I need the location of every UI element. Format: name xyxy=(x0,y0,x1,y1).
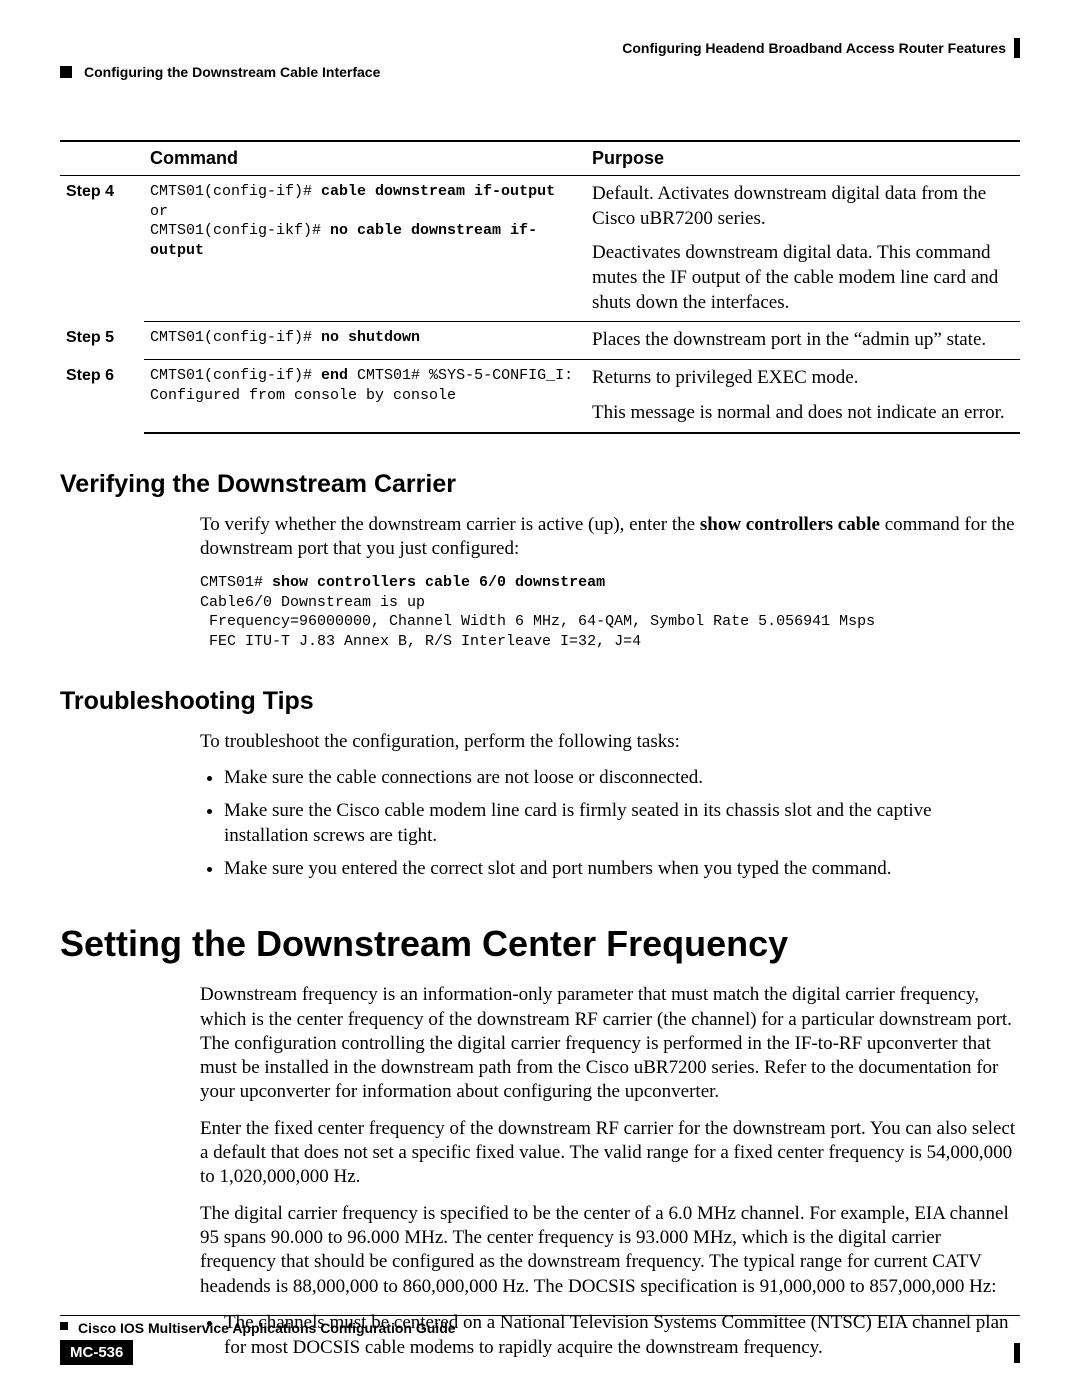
header-bar-icon xyxy=(1014,38,1020,58)
purpose-cell: Places the downstream port in the “admin… xyxy=(586,322,1020,360)
heading-verify: Verifying the Downstream Carrier xyxy=(60,470,1020,499)
list-item: Make sure the Cisco cable modem line car… xyxy=(224,799,1020,848)
content: Command Purpose Step 4 CMTS01(config-if)… xyxy=(60,140,1020,1360)
purpose-cell: Default. Activates downstream digital da… xyxy=(586,176,1020,322)
step-label: Step 6 xyxy=(60,360,144,433)
setting-body: Downstream frequency is an information-o… xyxy=(200,983,1020,1360)
setting-p2: Enter the fixed center frequency of the … xyxy=(200,1117,1020,1190)
heading-troubleshoot: Troubleshooting Tips xyxy=(60,687,1020,716)
square-icon xyxy=(60,1322,68,1330)
command-cell: CMTS01(config-if)# no shutdown xyxy=(144,322,586,360)
table-row: Step 5 CMTS01(config-if)# no shutdown Pl… xyxy=(60,322,1020,360)
troubleshoot-list: Make sure the cable connections are not … xyxy=(224,766,1020,881)
code-block: CMTS01# show controllers cable 6/0 downs… xyxy=(200,573,1020,651)
verify-intro: To verify whether the downstream carrier… xyxy=(200,513,1020,562)
setting-p1: Downstream frequency is an information-o… xyxy=(200,983,1020,1105)
troubleshoot-intro: To troubleshoot the configuration, perfo… xyxy=(200,730,1020,754)
list-item: Make sure you entered the correct slot a… xyxy=(224,857,1020,882)
square-icon xyxy=(60,66,72,78)
footer-line: Cisco IOS Multiservice Applications Conf… xyxy=(60,1315,1020,1336)
heading-setting: Setting the Downstream Center Frequency xyxy=(60,923,1020,965)
table-row: Step 6 CMTS01(config-if)# end CMTS01# %S… xyxy=(60,360,1020,433)
purpose-cell: Returns to privileged EXEC mode. This me… xyxy=(586,360,1020,433)
footer: Cisco IOS Multiservice Applications Conf… xyxy=(60,1315,1020,1365)
footer-bottom: MC-536 xyxy=(60,1340,1020,1365)
th-purpose: Purpose xyxy=(586,141,1020,176)
table-row: Step 4 CMTS01(config-if)# cable downstre… xyxy=(60,176,1020,322)
troubleshoot-body: To troubleshoot the configuration, perfo… xyxy=(200,730,1020,881)
th-command: Command xyxy=(144,141,586,176)
step-label: Step 4 xyxy=(60,176,144,322)
step-label: Step 5 xyxy=(60,322,144,360)
footer-bar-icon xyxy=(1014,1343,1020,1363)
setting-p3: The digital carrier frequency is specifi… xyxy=(200,1202,1020,1299)
page: Configuring Headend Broadband Access Rou… xyxy=(0,0,1080,1397)
footer-guide-title: Cisco IOS Multiservice Applications Conf… xyxy=(78,1316,456,1336)
list-item: Make sure the cable connections are not … xyxy=(224,766,1020,791)
command-table: Command Purpose Step 4 CMTS01(config-if)… xyxy=(60,140,1020,434)
chapter-title: Configuring Headend Broadband Access Rou… xyxy=(622,40,1006,56)
page-number-badge: MC-536 xyxy=(60,1340,133,1365)
section-title: Configuring the Downstream Cable Interfa… xyxy=(84,64,380,80)
verify-body: To verify whether the downstream carrier… xyxy=(200,513,1020,652)
sub-header: Configuring the Downstream Cable Interfa… xyxy=(60,64,1020,80)
command-cell: CMTS01(config-if)# end CMTS01# %SYS-5-CO… xyxy=(144,360,586,433)
running-header: Configuring Headend Broadband Access Rou… xyxy=(60,38,1020,58)
command-cell: CMTS01(config-if)# cable downstream if-o… xyxy=(144,176,586,322)
